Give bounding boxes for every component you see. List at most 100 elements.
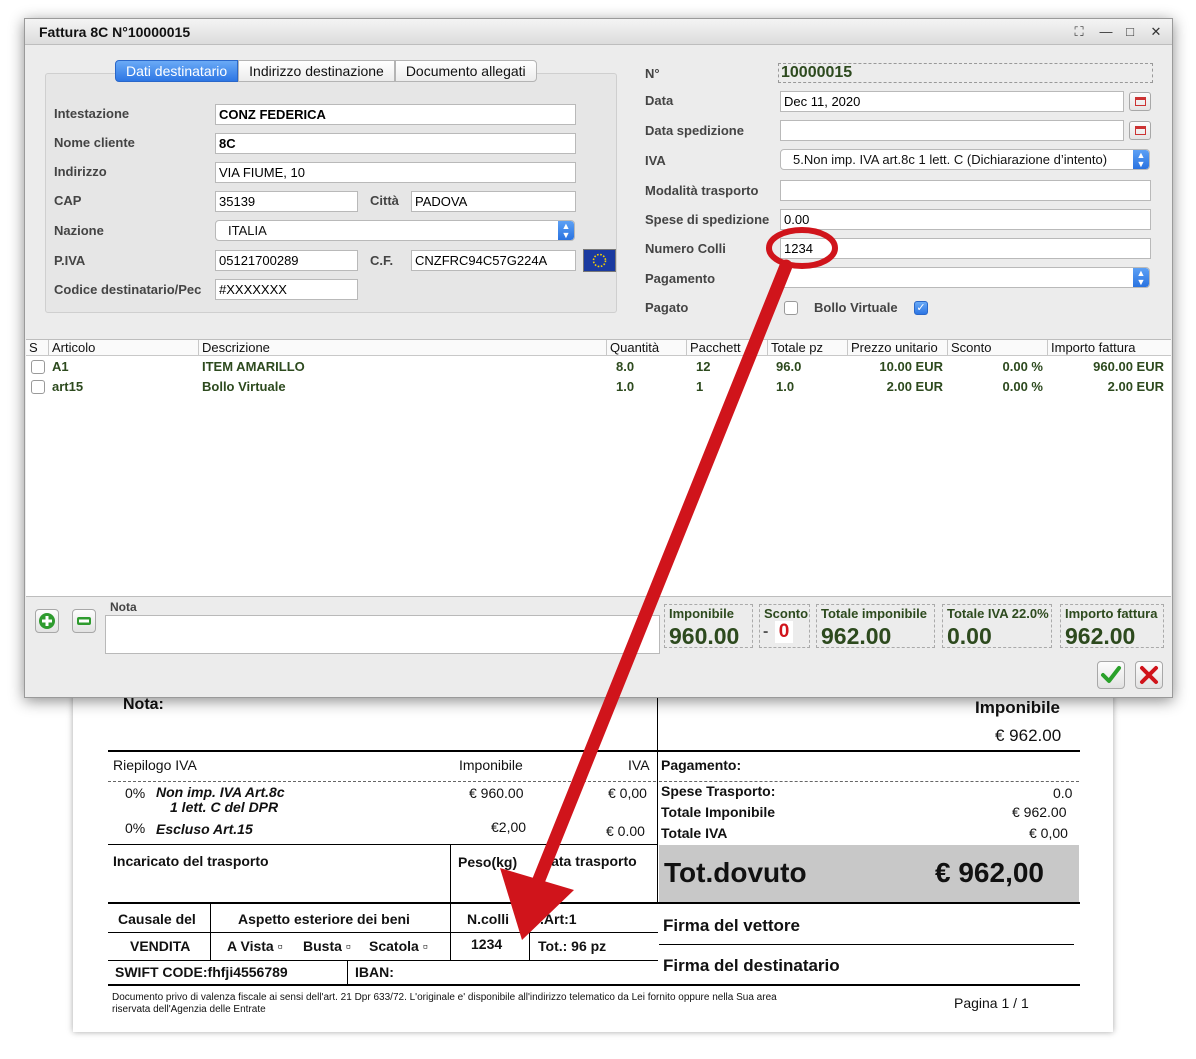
numero-label: N° — [645, 66, 660, 81]
cell-importo: 960.00 EUR — [1093, 359, 1164, 374]
totale-imponibile-value: 962.00 — [821, 623, 892, 649]
nota-textarea[interactable] — [105, 615, 660, 654]
cell-sconto: 0.00 % — [1002, 379, 1043, 394]
spese-spedizione-label: Spese di spedizione — [645, 212, 770, 227]
table-header: S Articolo Descrizione Quantità Pacchett… — [26, 340, 1171, 356]
data-spedizione-label: Data spedizione — [645, 123, 744, 138]
cell-quantita: 8.0 — [616, 359, 635, 374]
col-importo-fattura[interactable]: Importo fattura — [1047, 340, 1171, 356]
sconto-label: Sconto — [764, 606, 809, 621]
add-row-button[interactable] — [35, 609, 59, 633]
eu-flag-icon[interactable] — [583, 249, 616, 272]
iban-label: IBAN: — [355, 964, 394, 980]
data-spedizione-field[interactable] — [780, 120, 1124, 141]
aspetto-label: Aspetto esteriore dei beni — [238, 911, 410, 927]
numero-colli-label: Numero Colli — [645, 241, 726, 256]
riepilogo-iva-label: Riepilogo IVA — [113, 757, 197, 773]
title-bar[interactable]: Fattura 8C N°10000015 ⛶ — □ ✕ — [25, 19, 1172, 45]
col-articolo[interactable]: Articolo — [48, 340, 198, 356]
imponibile-value: 960.00 — [669, 623, 740, 649]
indirizzo-field[interactable]: VIA FIUME, 10 — [215, 162, 576, 183]
cf-label: C.F. — [370, 253, 394, 268]
printed-pagamento-label: Pagamento: — [661, 757, 742, 773]
data-trasporto-label: Data trasporto — [541, 853, 637, 869]
col-quantita[interactable]: Quantità — [606, 340, 686, 356]
maximize-icon[interactable]: □ — [1121, 23, 1139, 41]
checkbox-busta: Busta ▫ — [303, 938, 351, 954]
numero-colli-field[interactable]: 1234 — [780, 238, 1151, 259]
printed-spese-value: 0.0 — [1053, 785, 1073, 801]
col-prezzo-unitario[interactable]: Prezzo unitario — [847, 340, 947, 356]
confirm-button[interactable] — [1097, 661, 1125, 689]
cell-pacchetti: 12 — [696, 359, 711, 374]
printed-spese-label: Spese Trasporto: — [661, 783, 776, 799]
bollo-virtuale-checkbox[interactable]: ✓ — [914, 301, 928, 315]
remove-row-button[interactable] — [72, 609, 96, 633]
piva-field[interactable]: 05121700289 — [215, 250, 358, 271]
iva-row1-desc: Non imp. IVA Art.8c — [156, 784, 285, 800]
close-icon[interactable]: ✕ — [1147, 23, 1165, 41]
pagamento-select[interactable]: ▲ ▼ — [780, 267, 1150, 288]
tab-bar: Dati destinatario Indirizzo destinazione… — [115, 60, 537, 82]
data-field[interactable]: Dec 11, 2020 — [780, 91, 1124, 112]
col-s[interactable]: S — [26, 340, 48, 356]
importo-fattura-value: 962.00 — [1065, 623, 1136, 649]
cell-totale-pz: 1.0 — [776, 379, 795, 394]
ncolli-label: N.colli — [467, 911, 510, 927]
x-icon — [1140, 666, 1158, 684]
pagamento-label: Pagamento — [645, 271, 716, 286]
nazione-select[interactable]: ITALIA ▲ ▼ — [215, 220, 575, 241]
intestazione-field[interactable]: CONZ FEDERICA — [215, 104, 576, 125]
col-pacchetti[interactable]: Pacchett — [686, 340, 767, 356]
cell-totale-pz: 96.0 — [776, 359, 802, 374]
imponibile-label: Imponibile — [669, 606, 734, 621]
ncolli-value: 1234 — [471, 936, 503, 952]
nazione-label: Nazione — [54, 223, 104, 238]
chevron-updown-icon: ▲ ▼ — [558, 221, 574, 240]
numero-field: 10000015 — [778, 63, 1153, 83]
row-select-checkbox[interactable] — [31, 380, 45, 394]
cancel-button[interactable] — [1135, 661, 1163, 689]
table-row[interactable]: art15 Bollo Virtuale 1.0 1 1.0 2.00 EUR … — [26, 377, 1171, 397]
nota-label: Nota — [110, 600, 137, 614]
expand-icon[interactable]: ⛶ — [1070, 23, 1088, 41]
bollo-virtuale-label: Bollo Virtuale — [814, 300, 898, 315]
intestazione-label: Intestazione — [54, 106, 130, 121]
citta-field[interactable]: PADOVA — [411, 191, 576, 212]
firma-destinatario: Firma del destinatario — [663, 956, 840, 975]
iva-label: IVA — [645, 153, 666, 168]
cell-descrizione: ITEM AMARILLO — [202, 359, 305, 374]
tab-dati-destinatario[interactable]: Dati destinatario — [115, 60, 239, 82]
cap-field[interactable]: 35139 — [215, 191, 358, 212]
calendar-icon[interactable] — [1129, 92, 1151, 111]
row-select-checkbox[interactable] — [31, 360, 45, 374]
codice-destinatario-field[interactable]: #XXXXXXX — [215, 279, 358, 300]
invoice-window: Fattura 8C N°10000015 ⛶ — □ ✕ Dati desti… — [24, 18, 1173, 698]
modalita-trasporto-field[interactable] — [780, 180, 1151, 201]
calendar-icon[interactable] — [1129, 121, 1151, 140]
nome-cliente-field[interactable]: 8C — [215, 133, 576, 154]
tab-indirizzo-destinazione[interactable]: Indirizzo destinazione — [238, 60, 395, 82]
iva-row2-pct: 0% — [125, 820, 146, 836]
cell-descrizione: Bollo Virtuale — [202, 379, 286, 394]
swift-label: SWIFT CODE: — [115, 964, 208, 980]
spese-spedizione-field[interactable]: 0.00 — [780, 209, 1151, 230]
iva-row1-iva: € 0,00 — [608, 785, 647, 801]
col-totale-pz[interactable]: Totale pz — [767, 340, 847, 356]
peso-label: Peso(kg) — [458, 854, 518, 870]
tab-documento-allegati[interactable]: Documento allegati — [394, 60, 537, 82]
cf-field[interactable]: CNZFRC94C57G224A — [411, 250, 576, 271]
sconto-value[interactable]: 0 — [775, 621, 793, 643]
page-number: Pagina 1 / 1 — [954, 995, 1029, 1011]
swift-value: fhfji4556789 — [207, 964, 288, 980]
pagato-label: Pagato — [645, 300, 689, 315]
col-sconto[interactable]: Sconto — [947, 340, 1047, 356]
col-descrizione[interactable]: Descrizione — [198, 340, 606, 356]
pagato-checkbox[interactable] — [784, 301, 798, 315]
minimize-icon[interactable]: — — [1097, 23, 1115, 41]
cell-quantita: 1.0 — [616, 379, 635, 394]
iva-select[interactable]: 5.Non imp. IVA art.8c 1 lett. C (Dichiar… — [780, 149, 1150, 170]
table-row[interactable]: A1 ITEM AMARILLO 8.0 12 96.0 10.00 EUR 0… — [26, 357, 1171, 377]
chevron-updown-icon: ▲ ▼ — [1133, 150, 1149, 169]
modalita-trasporto-label: Modalità trasporto — [645, 183, 759, 198]
